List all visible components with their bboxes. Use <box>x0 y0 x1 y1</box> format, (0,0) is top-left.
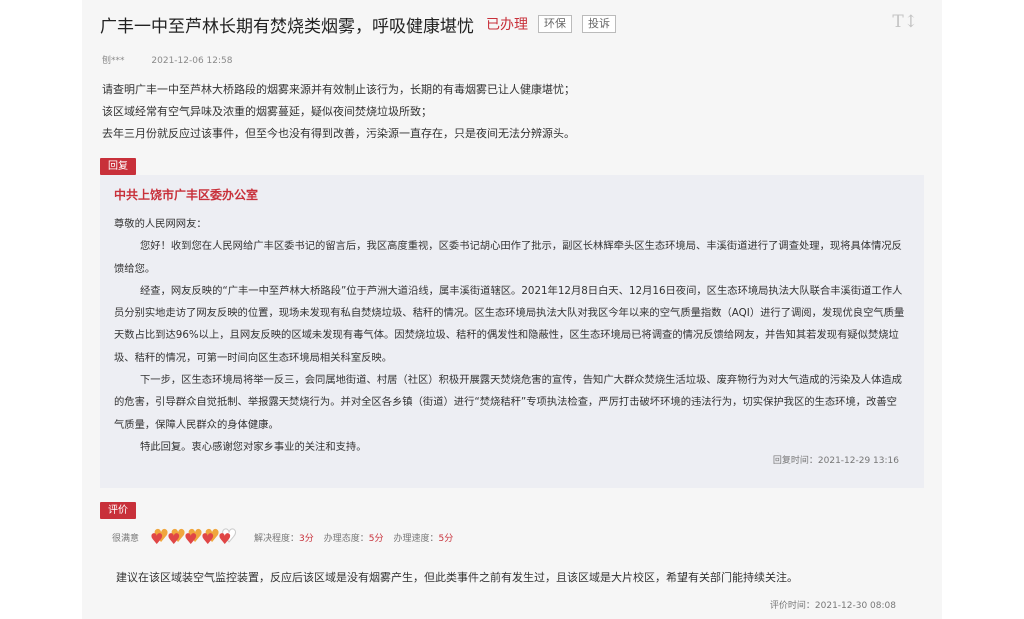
score-resolution: 解决程度：3分 <box>254 531 314 544</box>
satisfaction-label: 很满意 <box>112 533 140 544</box>
tag-environment[interactable]: 环保 <box>538 15 572 33</box>
reply-box: 中共上饶市广丰区委办公室 尊敬的人民网网友： 您好！收到您在人民网给广丰区委书记… <box>100 175 924 488</box>
message-page: 广丰一中至芦林长期有焚烧类烟雾，呼吸健康堪忧 已办理 环保 投诉 T↕ 刨***… <box>82 0 942 619</box>
title-row: 广丰一中至芦林长期有焚烧类烟雾，呼吸健康堪忧 已办理 环保 投诉 <box>100 12 616 37</box>
reply-organization: 中共上饶市广丰区委办公室 <box>114 188 259 202</box>
reply-greeting: 尊敬的人民网网友： <box>114 218 207 230</box>
score-speed: 办理速度：5分 <box>394 531 454 544</box>
reply-time: 回复时间：2021-12-29 13:16 <box>772 456 899 466</box>
reply-label: 回复 <box>100 158 136 175</box>
score-value: 5分 <box>438 533 454 544</box>
post-time: 2021-12-06 12:58 <box>151 56 233 66</box>
content-line: 请查明广丰一中至芦林大桥路段的烟雾来源并有效制止该行为，长期的有毒烟雾已让人健康… <box>102 83 575 96</box>
content-line: 该区域经常有空气异味及浓重的烟雾蔓延，疑似夜间焚烧垃圾所致； <box>102 105 432 118</box>
score-value: 3分 <box>299 533 314 544</box>
font-size-toggle-icon[interactable]: T↕ <box>892 12 918 32</box>
evaluation-time: 评价时间：2021-12-30 08:08 <box>769 601 896 611</box>
message-meta: 刨*** 2021-12-06 12:58 <box>102 53 233 66</box>
reply-body: 尊敬的人民网网友： 您好！收到您在人民网给广丰区委书记的留言后，我区高度重视，区… <box>114 213 906 458</box>
reply-paragraph: 经查，网友反映的“广丰一中至芦林大桥路段”位于芦洲大道沿线，属丰溪街道辖区。20… <box>114 284 905 364</box>
score-label: 解决程度： <box>254 533 300 544</box>
heart-rating: ♥ ♥ ♥ ♥ ♥ ♥ ♥ ♥ ♥ ♥ <box>150 526 238 548</box>
message-content: 请查明广丰一中至芦林大桥路段的烟雾来源并有效制止该行为，长期的有毒烟雾已让人健康… <box>102 79 922 145</box>
evaluation-comment: 建议在该区域装空气监控装置，反应后该区域是没有烟雾产生，但此类事件之前有发生过，… <box>116 571 798 584</box>
score-label: 办理态度： <box>323 533 369 544</box>
heart-icon: ♥ ♥ <box>218 526 238 548</box>
score-attitude: 办理态度：5分 <box>324 531 384 544</box>
reply-paragraph: 您好！收到您在人民网给广丰区委书记的留言后，我区高度重视，区委书记胡心田作了批示… <box>114 240 902 275</box>
reply-paragraph: 下一步，区生态环境局将举一反三，会同属地街道、村居（社区）积极开展露天焚烧危害的… <box>114 374 902 431</box>
author-name: 刨*** <box>102 56 125 66</box>
content-line: 去年三月份就反应过该事件，但至今也没有得到改善，污染源一直存在，只是夜间无法分辨… <box>102 127 575 140</box>
score-label: 办理速度： <box>393 533 439 544</box>
status-label: 已办理 <box>486 17 528 33</box>
tag-complaint[interactable]: 投诉 <box>582 15 616 33</box>
evaluation-label: 评价 <box>100 502 136 519</box>
message-title: 广丰一中至芦林长期有焚烧类烟雾，呼吸健康堪忧 <box>100 16 474 37</box>
rating-row: 很满意 ♥ ♥ ♥ ♥ ♥ ♥ ♥ ♥ ♥ ♥ 解决程度：3分 办理态度：5分 办理速度：5分 <box>112 526 463 548</box>
score-value: 5分 <box>368 533 384 544</box>
